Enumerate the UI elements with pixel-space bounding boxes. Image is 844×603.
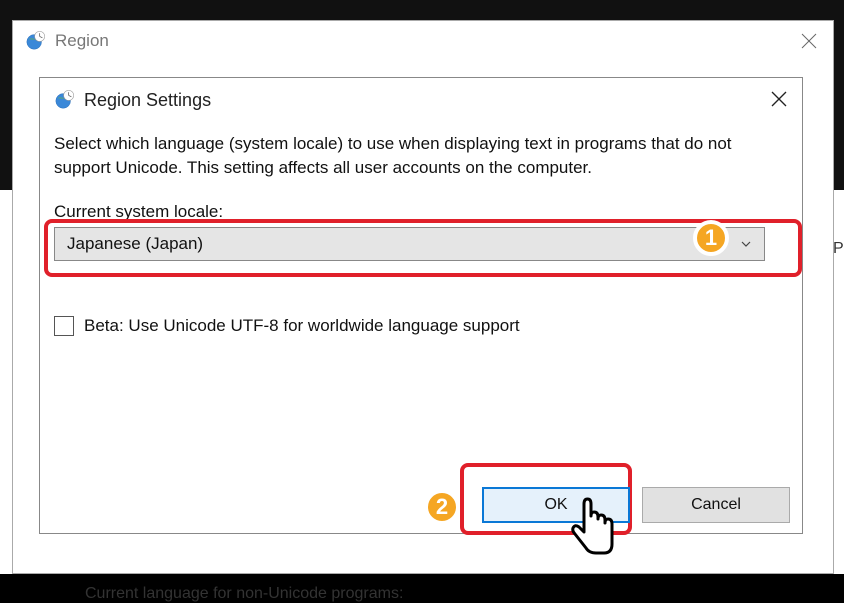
annotation-marker-2: 2 [424,489,460,525]
inner-titlebar: Region Settings [40,78,802,122]
locale-value: Japanese (Japan) [67,234,203,254]
outer-close-button[interactable] [799,31,819,51]
outer-window-title: Region [55,31,109,51]
description-text: Select which language (system locale) to… [54,132,788,180]
region-settings-dialog: Region Settings Select which language (s… [39,77,803,534]
beta-utf8-label: Beta: Use Unicode UTF-8 for worldwide la… [84,316,520,336]
ok-button[interactable]: OK [482,487,630,523]
beta-utf8-checkbox[interactable] [54,316,74,336]
background-line-bottom: Current language for non-Unicode program… [85,585,403,603]
globe-clock-icon [25,30,47,52]
globe-clock-icon [54,89,76,111]
outer-titlebar: Region [13,21,833,61]
background-text-fragment: Pa [833,240,844,258]
locale-label: Current system locale: [54,202,788,222]
system-locale-dropdown[interactable]: Japanese (Japan) [54,227,765,261]
region-window: Region Current language for non-Unicode … [12,20,834,574]
chevron-down-icon [740,238,752,250]
cancel-button[interactable]: Cancel [642,487,790,523]
inner-window-title: Region Settings [84,90,211,111]
inner-close-button[interactable] [770,90,788,108]
